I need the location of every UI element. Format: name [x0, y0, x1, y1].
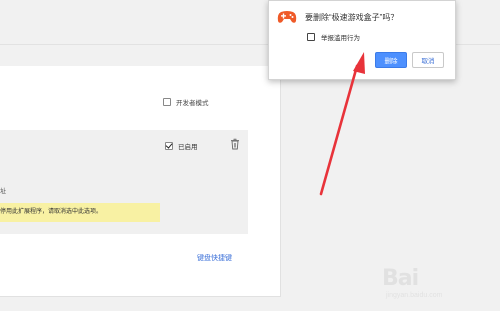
enabled-checkbox[interactable]	[165, 142, 173, 150]
developer-mode-toggle[interactable]: 开发者模式	[163, 97, 209, 107]
report-abuse-option[interactable]: 举报滥用行为	[307, 32, 360, 42]
watermark-url: jingyan.baidu.com	[386, 292, 443, 299]
warning-bar: 停用此扩展程序，请取消选中此选项。	[0, 203, 160, 222]
report-abuse-label: 举报滥用行为	[321, 35, 360, 42]
enabled-label: 已启用	[178, 144, 198, 151]
keyboard-shortcuts-link[interactable]: 键盘快捷键	[197, 253, 232, 263]
report-abuse-checkbox[interactable]	[307, 33, 315, 41]
delete-button[interactable]: 删除	[375, 52, 407, 68]
remove-extension-dialog: 要删除“极速游戏盒子”吗？ 举报滥用行为 删除 取消	[268, 0, 456, 80]
address-text: 址	[0, 189, 7, 195]
cancel-button[interactable]: 取消	[412, 52, 444, 68]
developer-mode-checkbox[interactable]	[163, 98, 171, 106]
enabled-toggle[interactable]: 已启用	[165, 141, 198, 151]
trash-icon[interactable]	[230, 138, 240, 150]
warning-text: 停用此扩展程序，请取消选中此选项。	[0, 209, 103, 215]
dialog-title: 要删除“极速游戏盒子”吗？	[305, 13, 399, 22]
game-controller-icon	[277, 11, 297, 23]
developer-mode-label: 开发者模式	[176, 100, 209, 107]
baidu-watermark: Bai jingyan.baidu.com	[382, 262, 494, 304]
watermark-brand: Bai	[382, 266, 419, 291]
